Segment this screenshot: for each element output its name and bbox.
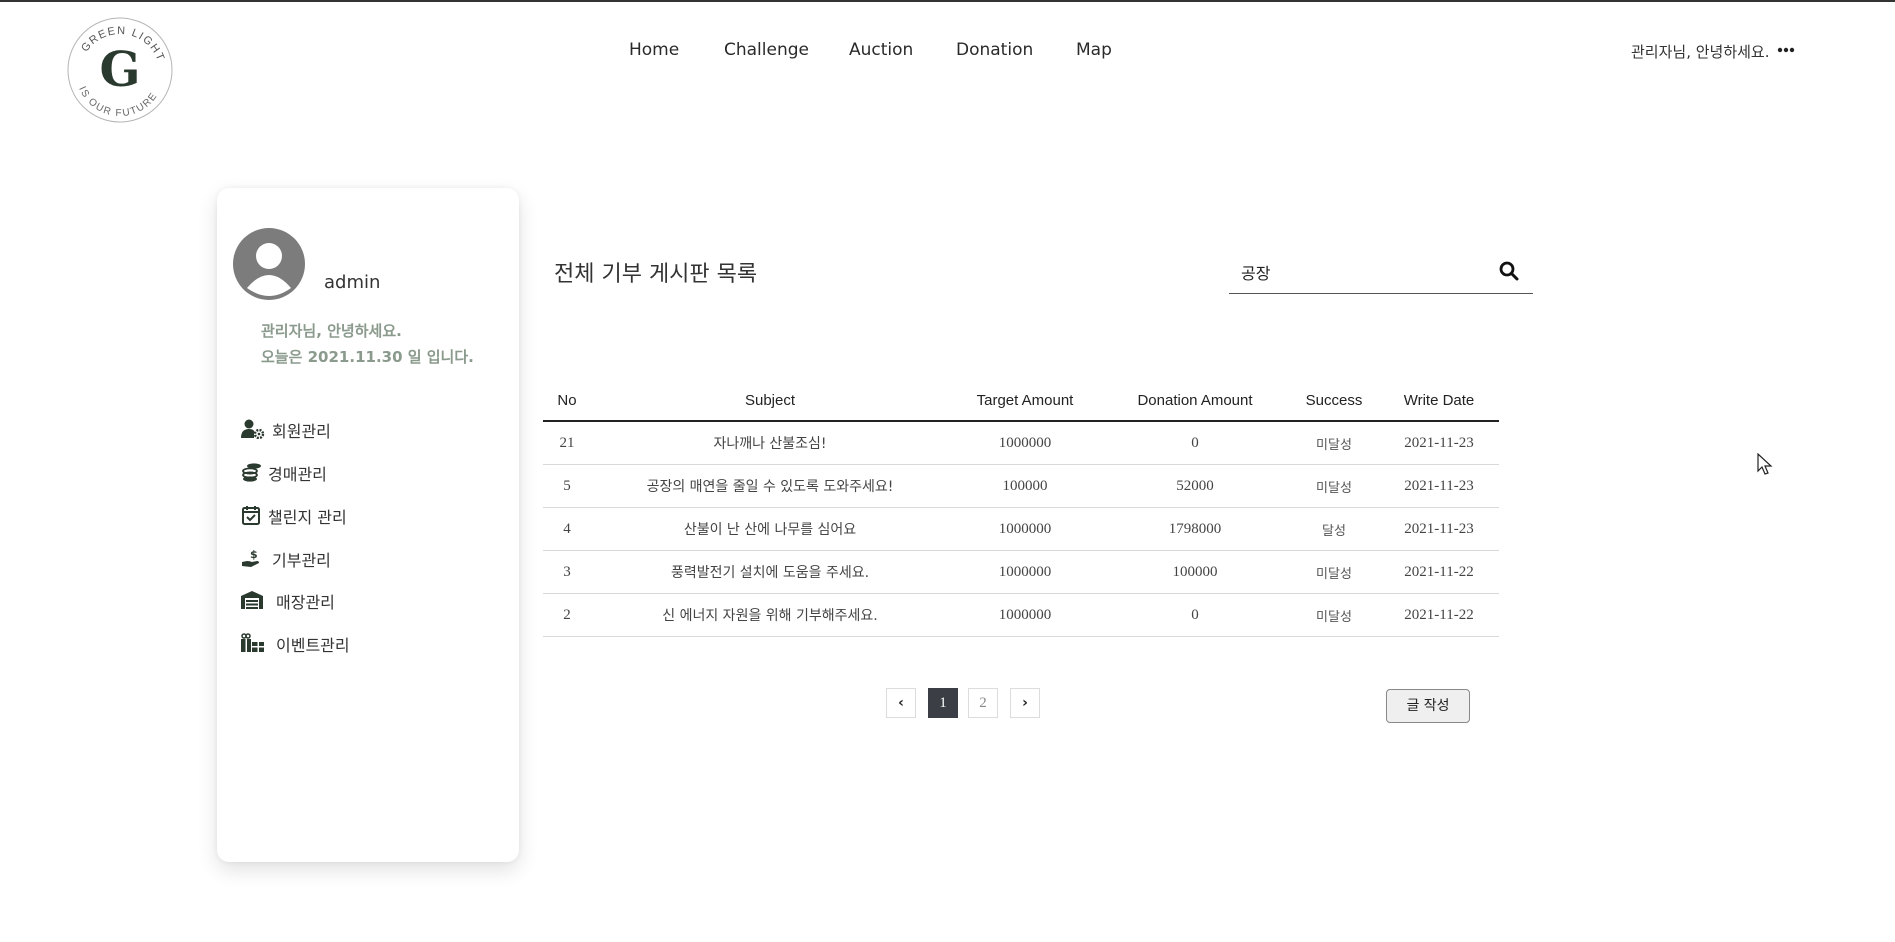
logo-mark: GREEN LIGHT IS OUR FUTURE G: [67, 17, 173, 123]
top-border: [0, 0, 1895, 2]
sidebar-username: admin: [324, 272, 381, 293]
more-horizontal-icon[interactable]: [1777, 38, 1795, 59]
column-header-success: Success: [1289, 380, 1379, 422]
cell-write-date: 2021-11-23: [1379, 464, 1499, 508]
sidebar-item-label: 챌린지 관리: [268, 508, 347, 527]
sidebar-item-members[interactable]: 회원관리: [241, 414, 501, 444]
page-button-1[interactable]: 1: [928, 688, 958, 718]
sidebar-item-label: 기부관리: [272, 551, 331, 570]
search-box: [1229, 253, 1533, 294]
column-header-write-date: Write Date: [1379, 380, 1499, 422]
cell-success: 미달성: [1289, 550, 1379, 594]
cell-success: 미달성: [1289, 421, 1379, 465]
sidebar-item-label: 이벤트관리: [276, 636, 350, 655]
sidebar-item-donation[interactable]: $ 기부관리: [241, 543, 501, 573]
cell-success: 달성: [1289, 507, 1379, 551]
cell-no: 21: [543, 421, 591, 465]
nav-challenge[interactable]: Challenge: [724, 40, 809, 60]
cell-donation-amount: 52000: [1101, 464, 1289, 508]
sidebar-item-label: 경매관리: [268, 465, 327, 484]
top-greeting: 관리자님, 안녕하세요.: [1631, 43, 1770, 61]
cell-subject-link[interactable]: 산불이 난 산에 나무를 심어요: [591, 507, 949, 551]
cell-target-amount: 100000: [949, 464, 1101, 508]
column-header-donation-amount: Donation Amount: [1101, 380, 1289, 422]
table-row[interactable]: 2 신 에너지 자원을 위해 기부해주세요. 1000000 0 미달성 202…: [543, 593, 1499, 637]
calendar-check-icon: [241, 505, 263, 525]
donation-board-table: No Subject Target Amount Donation Amount…: [543, 380, 1499, 637]
cell-subject-link[interactable]: 공장의 매연을 줄일 수 있도록 도와주세요!: [591, 464, 949, 508]
nav-home[interactable]: Home: [629, 40, 679, 60]
cell-target-amount: 1000000: [949, 593, 1101, 637]
cell-target-amount: 1000000: [949, 550, 1101, 594]
admin-sidebar: admin 관리자님, 안녕하세요. 오늘은 2021.11.30 일 입니다.…: [217, 188, 519, 862]
green-light-logo[interactable]: GREEN LIGHT IS OUR FUTURE G: [62, 12, 178, 128]
cell-donation-amount: 1798000: [1101, 507, 1289, 551]
sidebar-item-store[interactable]: 매장관리: [241, 585, 501, 615]
cell-subject-link[interactable]: 풍력발전기 설치에 도움을 주세요.: [591, 550, 949, 594]
cell-donation-amount: 0: [1101, 421, 1289, 465]
search-input[interactable]: [1239, 257, 1483, 287]
cell-donation-amount: 0: [1101, 593, 1289, 637]
cell-subject-link[interactable]: 자나깨나 산불조심!: [591, 421, 949, 465]
table-row[interactable]: 21 자나깨나 산불조심! 1000000 0 미달성 2021-11-23: [543, 421, 1499, 465]
table-header-row: No Subject Target Amount Donation Amount…: [543, 380, 1499, 422]
cell-donation-amount: 100000: [1101, 550, 1289, 594]
sidebar-greeting-date: 오늘은 2021.11.30 일 입니다.: [261, 348, 474, 366]
cell-success: 미달성: [1289, 593, 1379, 637]
cell-no: 5: [543, 464, 591, 508]
cell-target-amount: 1000000: [949, 507, 1101, 551]
table-row[interactable]: 3 풍력발전기 설치에 도움을 주세요. 1000000 100000 미달성 …: [543, 550, 1499, 594]
sidebar-greeting-line1: 관리자님, 안녕하세요.: [261, 322, 402, 340]
search-icon[interactable]: [1499, 261, 1519, 281]
sidebar-item-label: 매장관리: [276, 593, 335, 612]
cell-success: 미달성: [1289, 464, 1379, 508]
write-post-button[interactable]: 글 작성: [1386, 689, 1470, 723]
column-header-no: No: [543, 380, 591, 422]
hand-dollar-icon: $: [241, 548, 263, 568]
table-row[interactable]: 5 공장의 매연을 줄일 수 있도록 도와주세요! 100000 52000 미…: [543, 464, 1499, 508]
nav-donation[interactable]: Donation: [956, 40, 1033, 60]
page: GREEN LIGHT IS OUR FUTURE G Home Challen…: [0, 0, 1895, 942]
nav-auction[interactable]: Auction: [849, 40, 913, 60]
svg-text:$: $: [250, 548, 258, 561]
sidebar-item-challenge[interactable]: 챌린지 관리: [241, 500, 501, 530]
page-title: 전체 기부 게시판 목록: [554, 262, 758, 287]
top-nav: Home Challenge Auction Donation Map: [0, 40, 1895, 70]
sidebar-item-event[interactable]: 이벤트관리: [241, 628, 501, 658]
cell-write-date: 2021-11-23: [1379, 421, 1499, 465]
cell-no: 4: [543, 507, 591, 551]
cell-subject-link[interactable]: 신 에너지 자원을 위해 기부해주세요.: [591, 593, 949, 637]
column-header-subject: Subject: [591, 380, 949, 422]
sidebar-item-auction[interactable]: 경매관리: [241, 457, 501, 487]
cell-write-date: 2021-11-22: [1379, 593, 1499, 637]
warehouse-icon: [241, 590, 263, 610]
sidebar-greeting: 관리자님, 안녕하세요. 오늘은 2021.11.30 일 입니다.: [261, 318, 474, 370]
avatar-icon: [233, 228, 305, 300]
gifts-icon: [241, 633, 264, 653]
column-header-target-amount: Target Amount: [949, 380, 1101, 422]
cell-target-amount: 1000000: [949, 421, 1101, 465]
nav-map[interactable]: Map: [1076, 40, 1112, 60]
next-page-button[interactable]: ›: [1010, 688, 1040, 718]
page-button-2[interactable]: 2: [968, 688, 998, 718]
user-gear-icon: [241, 419, 265, 440]
cell-write-date: 2021-11-22: [1379, 550, 1499, 594]
cell-no: 3: [543, 550, 591, 594]
coins-icon: [241, 462, 263, 482]
prev-page-button[interactable]: ‹: [886, 688, 916, 718]
cell-no: 2: [543, 593, 591, 637]
cell-write-date: 2021-11-23: [1379, 507, 1499, 551]
table-row[interactable]: 4 산불이 난 산에 나무를 심어요 1000000 1798000 달성 20…: [543, 507, 1499, 551]
mouse-cursor-icon: [1757, 453, 1773, 475]
sidebar-item-label: 회원관리: [272, 422, 331, 441]
